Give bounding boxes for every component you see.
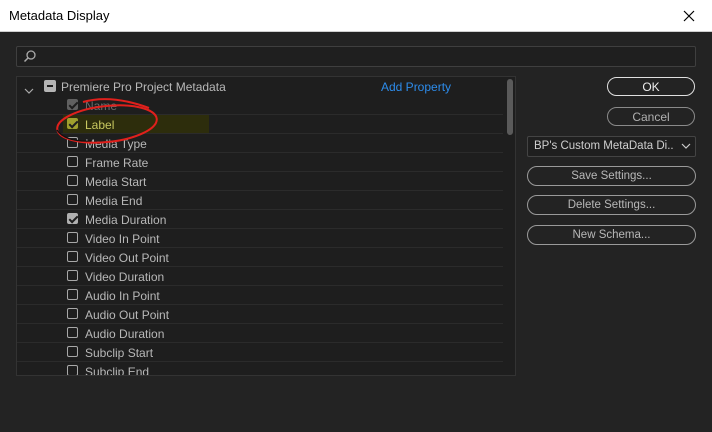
field-rows: Name Label Media Type Frame Rate Media Start… — [17, 96, 503, 376]
field-checkbox[interactable] — [67, 213, 78, 224]
field-label: Subclip End — [85, 365, 150, 376]
chevron-down-icon — [681, 143, 691, 149]
save-settings-button[interactable]: Save Settings... — [527, 166, 696, 186]
field-label: Name — [85, 99, 118, 113]
field-row[interactable]: Video Duration — [17, 267, 503, 286]
search-input[interactable] — [41, 48, 685, 66]
field-checkbox[interactable] — [67, 175, 78, 186]
field-label: Media Type — [85, 137, 147, 151]
field-checkbox[interactable] — [67, 99, 78, 110]
field-label: Media End — [85, 194, 143, 208]
search-box[interactable] — [16, 46, 696, 67]
group-toggle-checkbox[interactable] — [44, 80, 56, 92]
field-label: Subclip Start — [85, 346, 154, 360]
cancel-button[interactable]: Cancel — [607, 107, 695, 126]
chevron-down-icon — [24, 88, 34, 94]
field-label: Video Out Point — [85, 251, 169, 265]
field-label: Video Duration — [85, 270, 165, 284]
title-bar: Metadata Display — [0, 0, 712, 32]
field-checkbox[interactable] — [67, 327, 78, 338]
ok-button[interactable]: OK — [607, 77, 695, 96]
field-checkbox[interactable] — [67, 289, 78, 300]
field-row[interactable]: Label — [17, 115, 503, 134]
field-label: Frame Rate — [85, 156, 149, 170]
list-scrollbar[interactable] — [507, 79, 513, 135]
preset-select-value: BP's Custom MetaData Di... — [534, 140, 674, 152]
field-row[interactable]: Name — [17, 96, 503, 115]
field-row[interactable]: Audio Out Point — [17, 305, 503, 324]
field-checkbox[interactable] — [67, 156, 78, 167]
field-checkbox[interactable] — [67, 308, 78, 319]
field-row[interactable]: Subclip Start — [17, 343, 503, 362]
group-label: Premiere Pro Project Metadata — [61, 80, 226, 94]
field-checkbox[interactable] — [67, 365, 78, 375]
metadata-field-list: Premiere Pro Project Metadata Add Proper… — [16, 76, 516, 376]
add-property-link[interactable]: Add Property — [381, 80, 451, 94]
close-icon — [683, 10, 695, 21]
field-checkbox[interactable] — [67, 194, 78, 205]
search-icon — [23, 50, 36, 63]
window-title: Metadata Display — [9, 8, 110, 23]
field-row[interactable]: Audio Duration — [17, 324, 503, 343]
field-checkbox[interactable] — [67, 232, 78, 243]
field-label: Audio Out Point — [85, 308, 170, 322]
preset-select[interactable]: BP's Custom MetaData Di... — [527, 136, 696, 157]
new-schema-button[interactable]: New Schema... — [527, 225, 696, 245]
field-row[interactable]: Video Out Point — [17, 248, 503, 267]
field-checkbox[interactable] — [67, 346, 78, 357]
close-button[interactable] — [666, 0, 712, 31]
field-row[interactable]: Media Duration — [17, 210, 503, 229]
field-label: Media Start — [85, 175, 147, 189]
field-checkbox[interactable] — [67, 137, 78, 148]
field-label: Label — [85, 118, 115, 132]
field-label: Video In Point — [85, 232, 160, 246]
delete-settings-button[interactable]: Delete Settings... — [527, 195, 696, 215]
field-label: Audio In Point — [85, 289, 160, 303]
field-row[interactable]: Subclip End — [17, 362, 503, 376]
field-row[interactable]: Media Start — [17, 172, 503, 191]
field-checkbox[interactable] — [67, 251, 78, 262]
field-checkbox[interactable] — [67, 270, 78, 281]
field-label: Media Duration — [85, 213, 167, 227]
field-row[interactable]: Video In Point — [17, 229, 503, 248]
field-row[interactable]: Audio In Point — [17, 286, 503, 305]
field-row[interactable]: Media End — [17, 191, 503, 210]
field-checkbox[interactable] — [67, 118, 78, 129]
metadata-group-row: Premiere Pro Project Metadata Add Proper… — [17, 77, 503, 96]
field-label: Audio Duration — [85, 327, 165, 341]
field-row[interactable]: Media Type — [17, 134, 503, 153]
field-row[interactable]: Frame Rate — [17, 153, 503, 172]
